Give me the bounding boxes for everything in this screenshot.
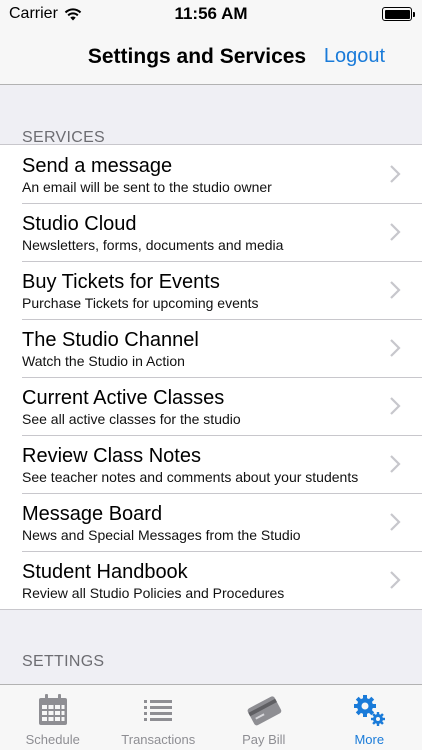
tab-bar: Schedule Transactions Pay Bill More — [0, 684, 422, 750]
chevron-right-icon — [390, 223, 401, 241]
chevron-right-icon — [390, 455, 401, 473]
navigation-bar: Settings and Services Logout — [0, 28, 422, 85]
list-item-subtitle: Watch the Studio in Action — [22, 353, 185, 369]
list-item[interactable]: Buy Tickets for Events Purchase Tickets f… — [0, 261, 422, 319]
list-item-subtitle: See teacher notes and comments about you… — [22, 469, 359, 485]
logout-button[interactable]: Logout — [324, 28, 385, 85]
chevron-right-icon — [390, 513, 401, 531]
list-item-title: Buy Tickets for Events — [22, 271, 220, 293]
tab-label: More — [354, 732, 385, 747]
chevron-right-icon — [390, 339, 401, 357]
tab-label: Pay Bill — [242, 732, 286, 747]
list-icon — [140, 692, 176, 728]
list-item-subtitle: Purchase Tickets for upcoming events — [22, 295, 259, 311]
list-item[interactable]: Review Class Notes See teacher notes and … — [0, 435, 422, 493]
list-item[interactable]: Current Active Classes See all active cla… — [0, 377, 422, 435]
battery-icon — [382, 7, 415, 21]
gears-icon — [351, 692, 387, 728]
credit-card-icon — [246, 692, 282, 728]
tab-label: Schedule — [25, 732, 80, 747]
list-item-subtitle: See all active classes for the studio — [22, 411, 241, 427]
list-item-subtitle: News and Special Messages from the Studi… — [22, 527, 301, 543]
calendar-icon — [35, 692, 71, 728]
list-item[interactable]: Message Board News and Special Messages f… — [0, 493, 422, 551]
wifi-icon — [64, 8, 82, 21]
list-item-subtitle: Review all Studio Policies and Procedure… — [22, 585, 285, 601]
chevron-right-icon — [390, 165, 401, 183]
list-item-subtitle: Newsletters, forms, documents and media — [22, 237, 284, 253]
tab-pay-bill[interactable]: Pay Bill — [211, 685, 317, 750]
list-item-title: Send a message — [22, 155, 173, 177]
list-item-title: Student Handbook — [22, 561, 188, 583]
list-item-title: Message Board — [22, 503, 163, 525]
list-item[interactable]: Send a message An email will be sent to t… — [0, 145, 422, 203]
list-item[interactable]: The Studio Channel Watch the Studio in Ac… — [0, 319, 422, 377]
tab-schedule[interactable]: Schedule — [0, 685, 106, 750]
list-item-title: The Studio Channel — [22, 329, 199, 351]
list-item-title: Studio Cloud — [22, 213, 137, 235]
services-list: Send a message An email will be sent to t… — [0, 144, 422, 610]
status-bar: Carrier 11:56 AM — [0, 0, 422, 28]
status-left: Carrier — [9, 5, 82, 23]
tab-transactions[interactable]: Transactions — [106, 685, 212, 750]
chevron-right-icon — [390, 571, 401, 589]
tab-label: Transactions — [121, 732, 196, 747]
tab-more[interactable]: More — [317, 685, 422, 750]
carrier-label: Carrier — [9, 5, 58, 22]
list-item[interactable]: Studio Cloud Newsletters, forms, document… — [0, 203, 422, 261]
settings-section-header: SETTINGS — [22, 653, 105, 670]
chevron-right-icon — [390, 281, 401, 299]
time-label: 11:56 AM — [174, 4, 248, 23]
chevron-right-icon — [390, 397, 401, 415]
list-item-title: Current Active Classes — [22, 387, 225, 409]
settings-content[interactable]: SERVICES Send a message An email will be … — [0, 86, 422, 684]
list-item-subtitle: An email will be sent to the studio owne… — [22, 179, 272, 195]
list-item[interactable]: Student Handbook Review all Studio Polici… — [0, 551, 422, 609]
services-section-header: SERVICES — [22, 129, 106, 146]
list-item-title: Review Class Notes — [22, 445, 201, 467]
